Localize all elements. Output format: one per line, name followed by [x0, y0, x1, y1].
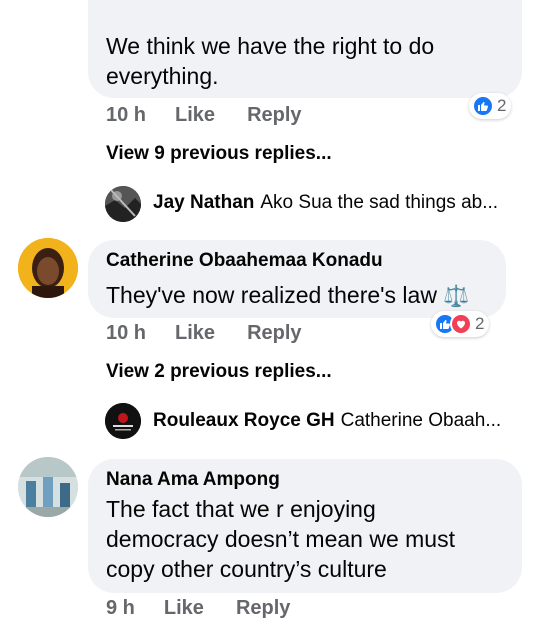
reaction-count: 2	[497, 96, 507, 115]
reaction-summary[interactable]: 2	[431, 311, 490, 337]
like-button[interactable]: Like	[175, 322, 215, 345]
avatar[interactable]	[105, 403, 141, 439]
timestamp[interactable]: 9 h	[106, 597, 135, 620]
reply-button[interactable]: Reply	[247, 104, 301, 127]
comment-text: copy other country’s culture	[106, 556, 387, 582]
reply-preview-text: Ako Sua the sad things ab...	[260, 192, 499, 213]
comment-text: The fact that we r enjoying	[106, 496, 376, 522]
love-icon	[450, 313, 472, 335]
comment-actions: 10 h Like Reply	[106, 104, 302, 127]
reaction-summary[interactable]: 2	[469, 93, 512, 119]
view-previous-replies-link[interactable]: View 9 previous replies...	[106, 143, 332, 165]
comment-author-name[interactable]: Catherine Obaahemaa Konadu	[106, 249, 383, 273]
like-icon	[472, 95, 494, 117]
scales-emoji: ⚖️	[443, 285, 470, 308]
comment-actions: 9 h Like Reply	[106, 597, 290, 620]
avatar[interactable]	[18, 238, 78, 298]
comment-bubble: We think we have the right to do everyth…	[88, 0, 522, 98]
latest-reply[interactable]: Jay Nathan Ako Sua the sad things ab...	[153, 192, 498, 214]
comment-text: everything.	[106, 63, 219, 89]
comment-author-name[interactable]: Nana Ama Ampong	[106, 468, 280, 492]
timestamp[interactable]: 10 h	[106, 322, 146, 345]
reply-button[interactable]: Reply	[247, 322, 301, 345]
reply-author-name[interactable]: Jay Nathan	[153, 192, 254, 214]
avatar[interactable]	[18, 457, 78, 517]
reaction-count: 2	[475, 314, 485, 333]
comment-text: democracy doesn’t mean we must	[106, 526, 455, 552]
latest-reply[interactable]: Rouleaux Royce GH Catherine Obaah...	[153, 410, 501, 432]
avatar[interactable]	[105, 186, 141, 222]
comment-bubble: Catherine Obaahemaa Konadu They've now r…	[88, 240, 506, 318]
comment-text-content: They've now realized there's law	[106, 282, 437, 308]
comment-text: They've now realized there's law ⚖️	[106, 280, 470, 312]
reply-button[interactable]: Reply	[236, 597, 290, 620]
comment-text: We think we have the right to do	[106, 33, 435, 59]
comment-bubble: Nana Ama Ampong The fact that we r enjoy…	[88, 459, 522, 593]
reply-preview-text: Catherine Obaah...	[340, 410, 502, 431]
comment-actions: 10 h Like Reply	[106, 322, 302, 345]
reply-author-name[interactable]: Rouleaux Royce GH	[153, 410, 335, 432]
view-previous-replies-link[interactable]: View 2 previous replies...	[106, 361, 332, 383]
like-button[interactable]: Like	[175, 104, 215, 127]
like-button[interactable]: Like	[164, 597, 204, 620]
timestamp[interactable]: 10 h	[106, 104, 146, 127]
